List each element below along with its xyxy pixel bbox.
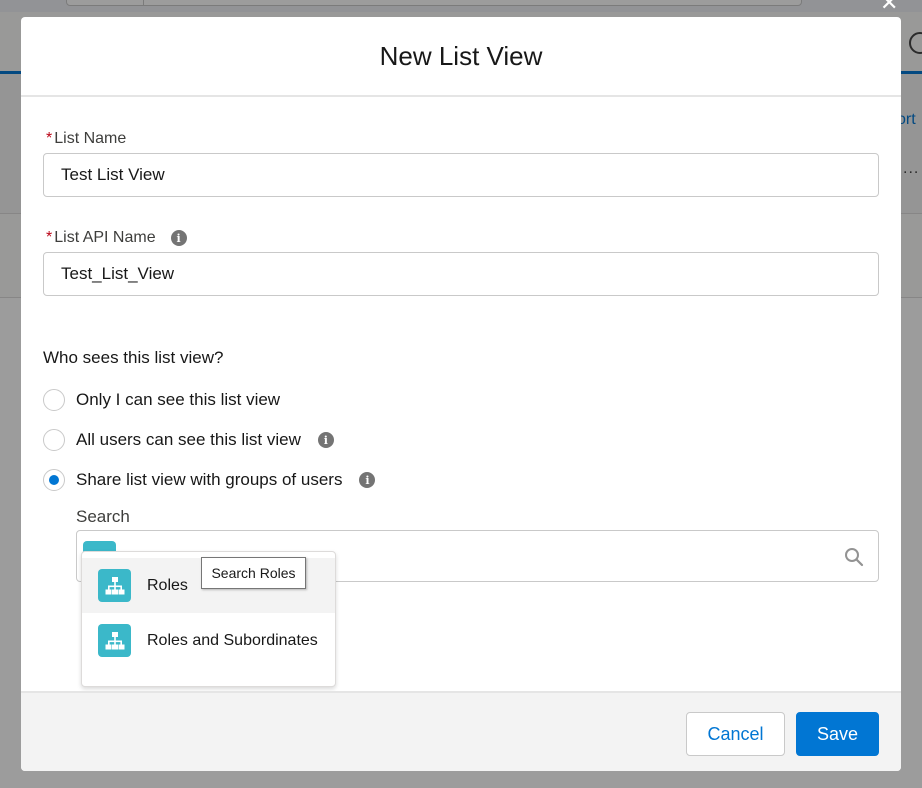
new-list-view-modal: New List View *List Name *List API Name … bbox=[21, 17, 901, 771]
radio-share-groups[interactable]: Share list view with groups of users i bbox=[43, 468, 376, 492]
list-name-input[interactable] bbox=[43, 153, 879, 197]
radio-only-me[interactable]: Only I can see this list view bbox=[43, 388, 280, 412]
radio-button[interactable] bbox=[43, 429, 65, 451]
search-label: Search bbox=[76, 507, 130, 526]
modal-header: New List View bbox=[21, 17, 901, 97]
dropdown-label: Roles and Subordinates bbox=[147, 631, 318, 649]
modal-footer: Cancel Save bbox=[21, 691, 901, 771]
radio-label: Only I can see this list view bbox=[76, 390, 281, 409]
hierarchy-icon bbox=[98, 624, 131, 657]
info-icon[interactable]: i bbox=[317, 432, 334, 448]
radio-all-users[interactable]: All users can see this list view i bbox=[43, 428, 334, 452]
search-roles-tooltip: Search Roles bbox=[201, 557, 306, 589]
list-name-label: * List Name bbox=[46, 130, 126, 148]
save-button[interactable]: Save bbox=[796, 712, 879, 756]
radio-label: Share list view with groups of users bbox=[76, 470, 343, 489]
list-api-name-input[interactable] bbox=[43, 252, 879, 296]
info-icon[interactable]: i bbox=[170, 230, 187, 246]
info-icon[interactable]: i bbox=[359, 472, 376, 488]
list-name-label-text: List Name bbox=[54, 130, 127, 147]
close-icon[interactable]: ✕ bbox=[880, 0, 898, 14]
cancel-button[interactable]: Cancel bbox=[686, 712, 785, 756]
hierarchy-icon bbox=[98, 569, 131, 602]
list-api-name-label: * List API Name i bbox=[46, 229, 187, 247]
radio-button[interactable] bbox=[43, 389, 65, 411]
required-marker: * bbox=[46, 229, 53, 246]
required-marker: * bbox=[46, 130, 53, 147]
modal-title: New List View bbox=[379, 40, 543, 71]
radio-label: All users can see this list view bbox=[76, 430, 301, 449]
list-api-name-label-text: List API Name bbox=[54, 229, 156, 246]
dropdown-label: Roles bbox=[147, 576, 188, 594]
radio-button-selected[interactable] bbox=[43, 469, 65, 491]
dropdown-item-roles-and-subordinates[interactable]: Roles and Subordinates bbox=[82, 613, 335, 668]
visibility-section-title: Who sees this list view? bbox=[43, 348, 224, 367]
search-icon[interactable] bbox=[844, 547, 864, 567]
